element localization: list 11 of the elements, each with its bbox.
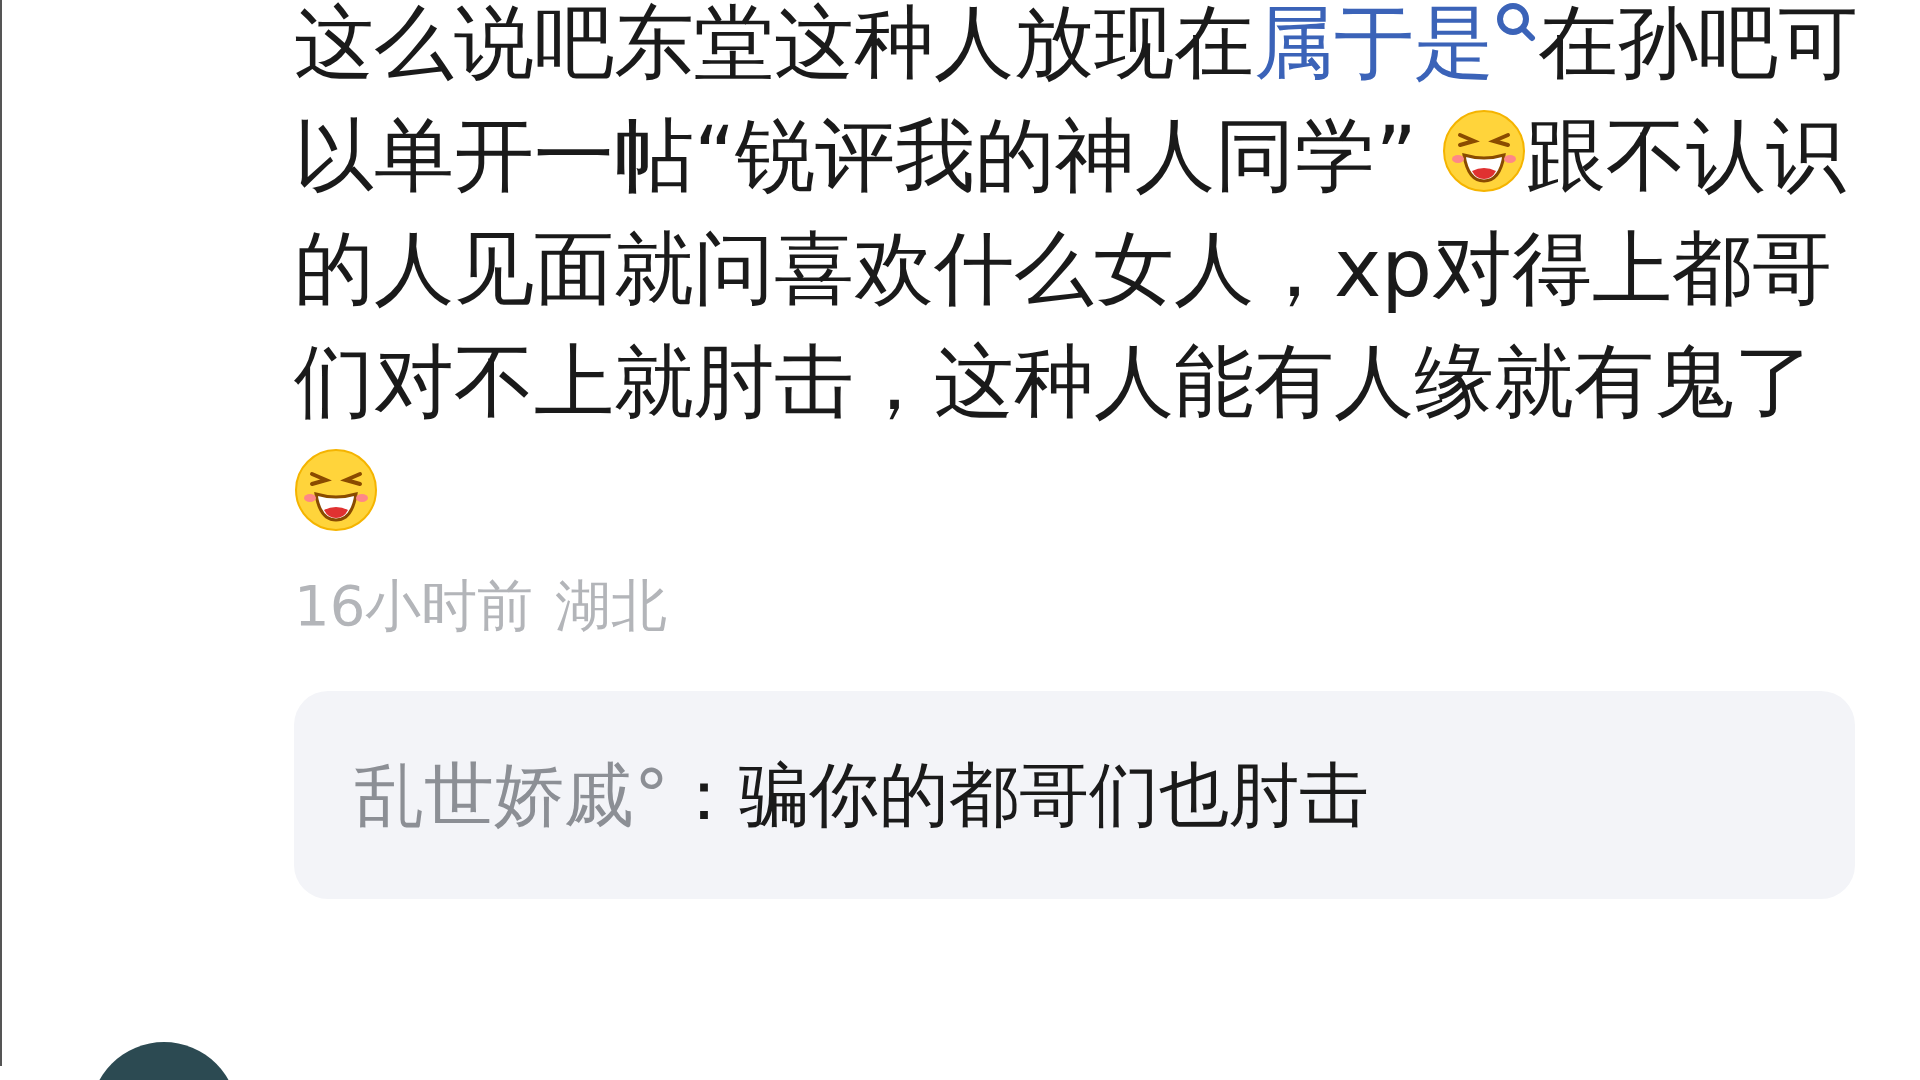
laughing-emoji-icon (1442, 109, 1527, 193)
reply-box[interactable]: 乱世娇戚°：骗你的都哥们也肘击 (294, 691, 1855, 899)
reply-text: 骗你的都哥们也肘击 (739, 752, 1369, 838)
timestamp: 16小时前 (294, 572, 534, 640)
reply-author[interactable]: 乱世娇戚° (354, 742, 669, 848)
comment-text: 这么说吧东堂这种人放现在属于是 在孙吧可以单开一帖“锐评我的神人同学” 跟不认识的人见面就问喜欢什么女人，xp对得上都哥们对不上就肘击，这种人能有人缘就有鬼了 (294, 0, 1860, 551)
location-label: 湖北 (555, 572, 668, 640)
search-icon (1494, 0, 1538, 44)
search-link[interactable]: 属于是 (1254, 0, 1538, 89)
laughing-emoji-icon (294, 448, 378, 532)
reply-separator: ： (669, 752, 739, 838)
